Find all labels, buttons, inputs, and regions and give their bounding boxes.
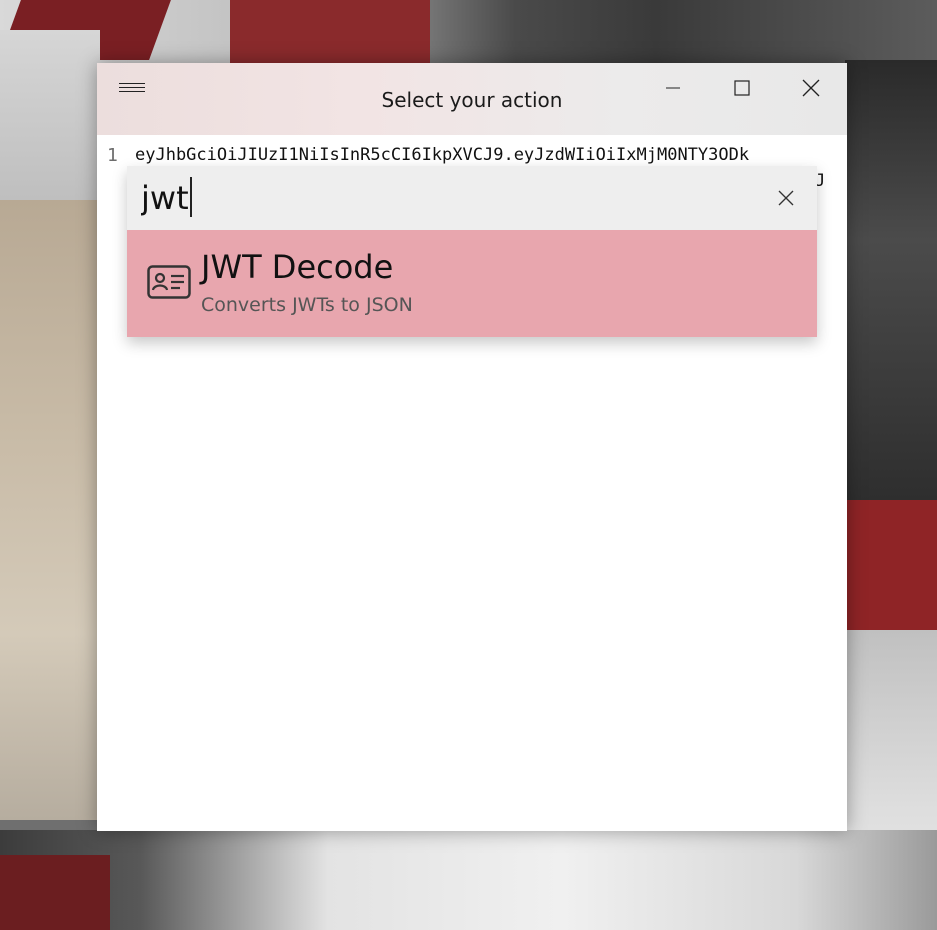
clear-search-button[interactable]	[773, 185, 799, 211]
code-line[interactable]: eyJhbGciOiJIUzI1NiIsInR5cCI6IkpXVCJ9.eyJ…	[135, 145, 827, 165]
wallpaper-bottom	[0, 830, 937, 930]
minimize-icon	[666, 87, 680, 89]
result-subtitle: Converts JWTs to JSON	[201, 294, 413, 316]
result-item-jwt-decode[interactable]: JWT Decode Converts JWTs to JSON	[127, 230, 817, 337]
app-window: Select your action 1 eyJhbGciOiJIUzI1NiI	[97, 63, 847, 831]
line-number: 1	[107, 145, 118, 166]
maximize-button[interactable]	[719, 71, 765, 105]
close-button[interactable]	[788, 71, 834, 105]
wallpaper-red-plate	[845, 500, 937, 640]
title-bar[interactable]: Select your action	[97, 63, 847, 135]
wallpaper-dark-hull	[845, 60, 937, 510]
text-caret	[189, 177, 192, 217]
wallpaper-red-plate	[230, 0, 430, 64]
search-box	[127, 166, 817, 230]
result-title: JWT Decode	[201, 248, 394, 286]
search-input[interactable]	[141, 174, 761, 222]
desktop: Select your action 1 eyJhbGciOiJIUzI1NiI	[0, 0, 937, 930]
maximize-icon	[734, 80, 750, 96]
minimize-button[interactable]	[650, 71, 696, 105]
command-palette: JWT Decode Converts JWTs to JSON	[127, 166, 817, 337]
clear-search-icon	[778, 190, 794, 206]
close-icon	[802, 79, 820, 97]
wallpaper-panel	[0, 30, 100, 220]
id-card-icon	[147, 265, 191, 299]
wallpaper-red-plate	[0, 855, 110, 930]
